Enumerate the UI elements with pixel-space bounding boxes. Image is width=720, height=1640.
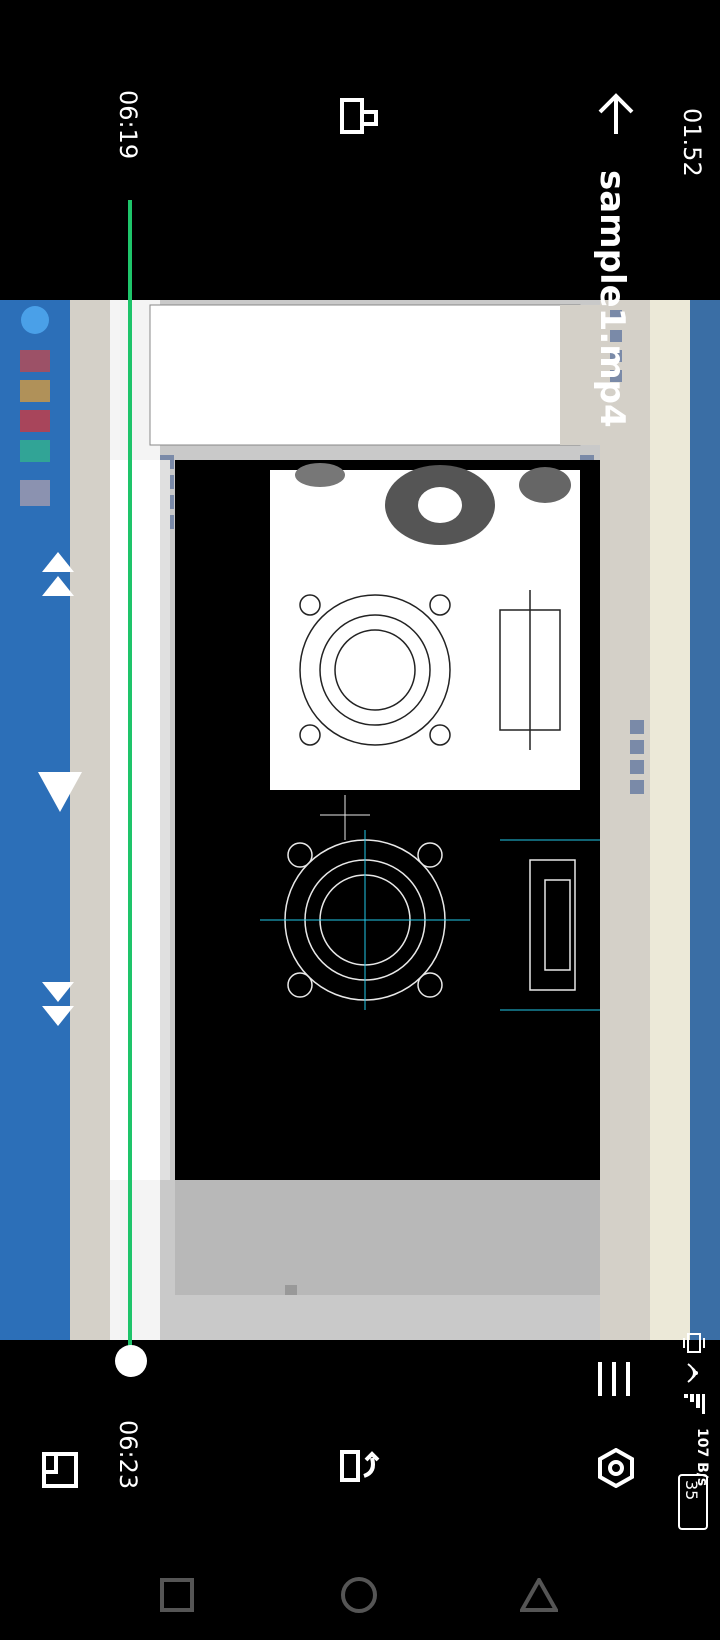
wifi-icon <box>682 1360 706 1386</box>
fast-forward-button[interactable] <box>40 980 76 1028</box>
duration-time: 06:23 <box>114 1420 142 1490</box>
vibrate-icon <box>682 1328 706 1358</box>
video-content <box>0 300 720 1340</box>
back-nav-button[interactable] <box>520 1578 558 1612</box>
signal-icon <box>682 1392 706 1418</box>
start-orb <box>21 306 49 334</box>
video-title: sample1.mp4 <box>592 170 632 428</box>
rewind-icon <box>42 552 74 596</box>
rewind-button[interactable] <box>40 550 76 598</box>
back-button[interactable] <box>596 92 636 136</box>
play-button[interactable] <box>36 770 84 814</box>
status-clock: 01.52 <box>678 108 706 177</box>
popup-window-button[interactable] <box>42 1452 78 1488</box>
elapsed-time: 06:19 <box>114 90 142 160</box>
playlist-button[interactable] <box>598 1362 632 1396</box>
square-icon <box>160 1578 194 1612</box>
rotate-icon <box>340 1450 380 1482</box>
fast-forward-icon <box>42 982 74 1026</box>
rotate-screen-button[interactable] <box>340 1446 380 1486</box>
picture-in-picture-icon <box>42 1452 78 1488</box>
list-icon <box>598 1362 630 1396</box>
lock-icon <box>340 98 378 134</box>
rotation-lock-button[interactable] <box>340 96 380 136</box>
settings-button[interactable] <box>598 1448 634 1488</box>
back-arrow-icon <box>598 93 634 134</box>
battery-level: 35 <box>682 1480 701 1501</box>
battery-icon: 35 <box>678 1474 708 1530</box>
progress-thumb[interactable] <box>115 1345 147 1377</box>
play-icon <box>38 772 82 812</box>
triangle-icon <box>520 1578 558 1612</box>
circle-icon <box>341 1577 377 1613</box>
recents-button[interactable] <box>160 1578 194 1612</box>
progress-track[interactable] <box>128 200 132 1358</box>
gear-icon <box>598 1448 634 1488</box>
home-button[interactable] <box>340 1576 378 1614</box>
video-frame[interactable] <box>0 300 720 1340</box>
